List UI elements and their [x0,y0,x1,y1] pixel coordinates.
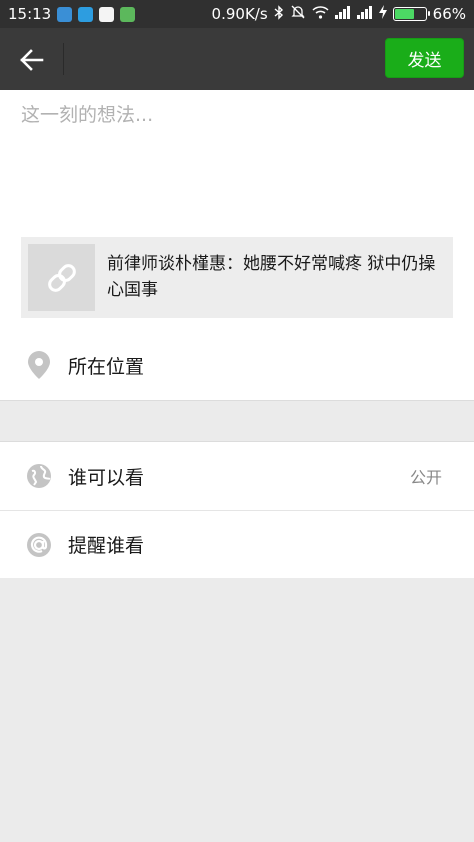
signal-icon [334,5,351,23]
section-gap [0,400,474,442]
status-time: 15:13 [8,5,52,23]
app-notification-icon [99,6,115,22]
mention-row[interactable]: 提醒谁看 [0,511,474,578]
app-notification-icon [120,6,136,22]
shared-link-card[interactable]: 前律师谈朴槿惠：她腰不好常喊疼 狱中仍操心国事 [21,237,453,318]
location-label: 所在位置 [68,355,145,378]
globe-icon [26,463,52,489]
wifi-icon [312,5,329,23]
at-icon [26,532,52,558]
compose-panel: 这一刻的想法... 前律师谈朴槿惠：她腰不好常喊疼 狱中仍操心国事 所在位置 谁… [0,90,474,578]
charging-icon [378,5,387,23]
network-speed: 0.90K/s [211,5,268,23]
signal-icon [356,5,373,23]
post-text-input[interactable]: 这一刻的想法... [21,100,451,230]
back-button[interactable] [14,42,50,78]
battery-icon [392,7,430,21]
link-thumbnail [28,244,95,311]
location-pin-icon [26,351,52,379]
link-title: 前律师谈朴槿惠：她腰不好常喊疼 狱中仍操心国事 [107,254,436,300]
arrow-left-icon [20,49,44,71]
visibility-row[interactable]: 谁可以看 公开 [0,442,474,510]
app-notification-icon [57,6,73,22]
link-icon [47,263,76,292]
app-notification-icon [78,6,94,22]
mute-bell-icon [290,4,306,24]
title-divider [63,43,64,75]
battery-percent: 66% [432,5,466,23]
visibility-value: 公开 [409,468,442,487]
mention-label: 提醒谁看 [68,535,145,557]
bluetooth-icon [274,4,284,24]
title-bar: 发送 [0,28,474,90]
status-bar: 15:13 0.90K/s 66% [0,0,474,28]
send-button[interactable]: 发送 [385,38,464,78]
visibility-label: 谁可以看 [68,466,145,489]
location-row[interactable]: 所在位置 [0,332,474,398]
